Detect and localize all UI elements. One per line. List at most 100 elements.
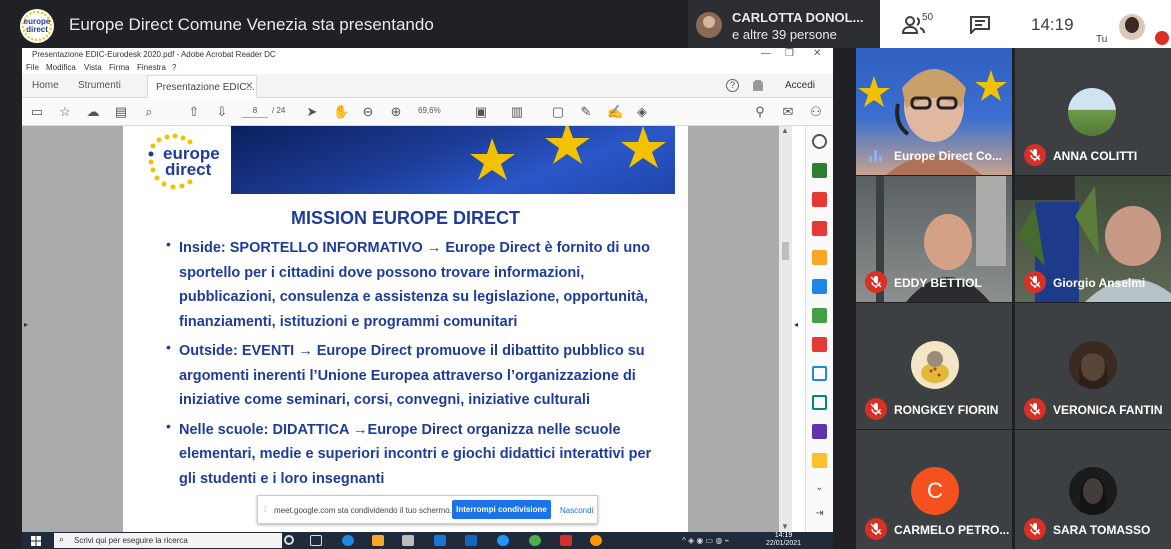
save-icon[interactable]: ▭: [30, 105, 44, 119]
comment-icon[interactable]: ▢: [551, 105, 565, 119]
right-pane-arrow-icon[interactable]: ◂: [794, 320, 798, 329]
create-pdf-icon[interactable]: [812, 221, 827, 236]
menu-help[interactable]: ?: [172, 63, 176, 72]
menu-finestra[interactable]: Finestra: [137, 63, 166, 72]
bell-icon[interactable]: [753, 80, 763, 91]
file-explorer-icon[interactable]: [372, 535, 384, 546]
word-icon[interactable]: [465, 535, 477, 546]
next-page-icon[interactable]: ⇩: [215, 105, 229, 119]
participant-tile-rongkey-fiorin[interactable]: RONGKEY FIORIN: [856, 303, 1012, 429]
highlight-pen-icon[interactable]: ✎: [579, 105, 593, 119]
participant-tile-anna-colitti[interactable]: ANNA COLITTI: [1015, 48, 1171, 175]
hand-tool-icon[interactable]: ✋: [333, 105, 349, 119]
help-icon[interactable]: ?: [726, 79, 739, 92]
more-tools-icon[interactable]: [812, 453, 827, 468]
taskbar-clock[interactable]: 14:19 22/01/2021: [766, 532, 801, 548]
participant-tile-eddy-bettiol[interactable]: EDDY BETTIOL: [856, 176, 1012, 302]
tab-home[interactable]: Home: [32, 80, 59, 91]
system-tray-icons[interactable]: ^ ◈ ◉ ▭ ◍ ⌁: [682, 536, 729, 545]
export-pdf-icon[interactable]: [812, 163, 827, 178]
organize-pages-icon[interactable]: [812, 192, 827, 207]
participant-tile-carmelo-petro[interactable]: C CARMELO PETRO...: [856, 430, 1012, 549]
protect-icon[interactable]: [812, 366, 827, 381]
participant-tile-veronica-fantin[interactable]: VERONICA FANTIN: [1015, 303, 1171, 429]
self-avatar[interactable]: [1119, 14, 1145, 40]
fill-sign-icon[interactable]: [812, 337, 827, 352]
drag-handle-icon[interactable]: ⁞: [264, 505, 266, 514]
taskbar-search-box[interactable]: ⌕ Scrivi qui per eseguire la ricerca: [54, 533, 282, 548]
acrobat-tools-pane: ⌄ ⇥: [805, 126, 833, 536]
link-icon[interactable]: ⚲: [753, 105, 767, 119]
menu-modifica[interactable]: Modifica: [46, 63, 76, 72]
tab-document[interactable]: Presentazione EDIC... ✕: [147, 75, 257, 98]
scroll-mode-icon[interactable]: ▥: [510, 105, 524, 119]
menu-vista[interactable]: Vista: [84, 63, 102, 72]
print-icon[interactable]: ▤: [114, 105, 128, 119]
store-icon[interactable]: [402, 535, 414, 546]
zoom-app-icon[interactable]: [497, 535, 509, 546]
tab-close-icon[interactable]: ✕: [245, 81, 253, 92]
speaking-indicator-icon: [869, 150, 883, 162]
document-viewport[interactable]: ▸ europe direct MISSION EUROPE DIRECT • …: [22, 126, 798, 532]
tab-strumenti[interactable]: Strumenti: [78, 80, 121, 91]
scroll-up-icon[interactable]: ▲: [781, 126, 789, 135]
zoom-search-icon[interactable]: ⌕: [142, 105, 156, 119]
expand-pane-chevron-icon[interactable]: ⌄: [812, 482, 827, 497]
send-for-signature-icon[interactable]: [812, 424, 827, 439]
collapse-pane-icon[interactable]: ⇥: [812, 508, 827, 523]
windows-start-icon[interactable]: [31, 536, 41, 546]
edit-pdf-icon[interactable]: [812, 308, 827, 323]
upload-cloud-icon[interactable]: ☁: [86, 105, 100, 119]
page-number-input[interactable]: 8: [242, 106, 268, 118]
document-scrollbar[interactable]: ▲ ▼: [779, 126, 792, 532]
bookmark-star-icon[interactable]: ☆: [58, 105, 72, 119]
zoom-out-icon[interactable]: ⊖: [361, 105, 375, 119]
chrome-icon[interactable]: [529, 535, 541, 546]
bullet-item: • Outside: EVENTI → Europe Direct promuo…: [166, 339, 666, 413]
zoom-tool-icon[interactable]: [812, 134, 827, 149]
hide-notice-button[interactable]: Nascondi: [560, 506, 593, 515]
chat-icon[interactable]: [970, 16, 990, 34]
chrome-alt-icon[interactable]: [590, 535, 602, 546]
participant-tile-europe-direct[interactable]: Europe Direct Co...: [856, 48, 1012, 175]
add-user-icon[interactable]: ⚇: [809, 105, 823, 119]
stop-sharing-button[interactable]: Interrompi condivisione: [452, 500, 551, 519]
mic-off-icon: [1024, 271, 1046, 293]
zoom-in-icon[interactable]: ⊕: [389, 105, 403, 119]
acrobat-app-icon[interactable]: [560, 535, 572, 546]
compress-icon[interactable]: [812, 395, 827, 410]
task-view-icon[interactable]: [310, 535, 322, 546]
comment-tool-icon[interactable]: [812, 250, 827, 265]
participant-avatar: [1069, 341, 1117, 389]
eu-flag-banner: [231, 126, 675, 194]
stamp-icon[interactable]: ◈: [635, 105, 649, 119]
signin-link[interactable]: Accedi: [785, 80, 815, 91]
menu-firma[interactable]: Firma: [109, 63, 129, 72]
zoom-level[interactable]: 69,6%: [418, 106, 441, 115]
participant-name: ANNA COLITTI: [1053, 149, 1138, 163]
draw-icon[interactable]: ✍: [607, 105, 623, 119]
page-fit-icon[interactable]: ▣: [474, 105, 488, 119]
prev-page-icon[interactable]: ⇧: [187, 105, 201, 119]
presenter-chip[interactable]: CARLOTTA DONOL... e altre 39 persone: [688, 0, 880, 48]
screen-share-notice: ⁞ meet.google.com sta condividendo il tu…: [257, 495, 598, 524]
participant-tile-giorgio-anselmi[interactable]: Giorgio Anselmi: [1015, 176, 1171, 302]
meet-controls: 50 14:19 Tu: [880, 0, 1171, 48]
combine-files-icon[interactable]: [812, 279, 827, 294]
mail-app-icon[interactable]: [434, 535, 446, 546]
participant-initial-avatar: C: [911, 467, 959, 515]
close-icon[interactable]: ✕: [813, 48, 821, 59]
minimize-icon[interactable]: —: [761, 48, 771, 59]
presenter-name: CARLOTTA DONOL...: [732, 10, 864, 25]
left-pane-arrow-icon[interactable]: ▸: [24, 320, 28, 329]
meet-top-bar: europe direct Europe Direct Comune Venez…: [0, 0, 1171, 48]
scroll-down-icon[interactable]: ▼: [781, 522, 789, 531]
participant-tile-sara-tomasso[interactable]: SARA TOMASSO: [1015, 430, 1171, 549]
mail-icon[interactable]: ✉: [781, 105, 795, 119]
select-cursor-icon[interactable]: ➤: [305, 105, 319, 119]
restore-icon[interactable]: ❐: [785, 48, 794, 59]
edge-icon[interactable]: [342, 535, 354, 546]
scrollbar-thumb[interactable]: [782, 242, 789, 260]
menu-file[interactable]: File: [26, 63, 39, 72]
cortana-icon[interactable]: [284, 535, 294, 545]
